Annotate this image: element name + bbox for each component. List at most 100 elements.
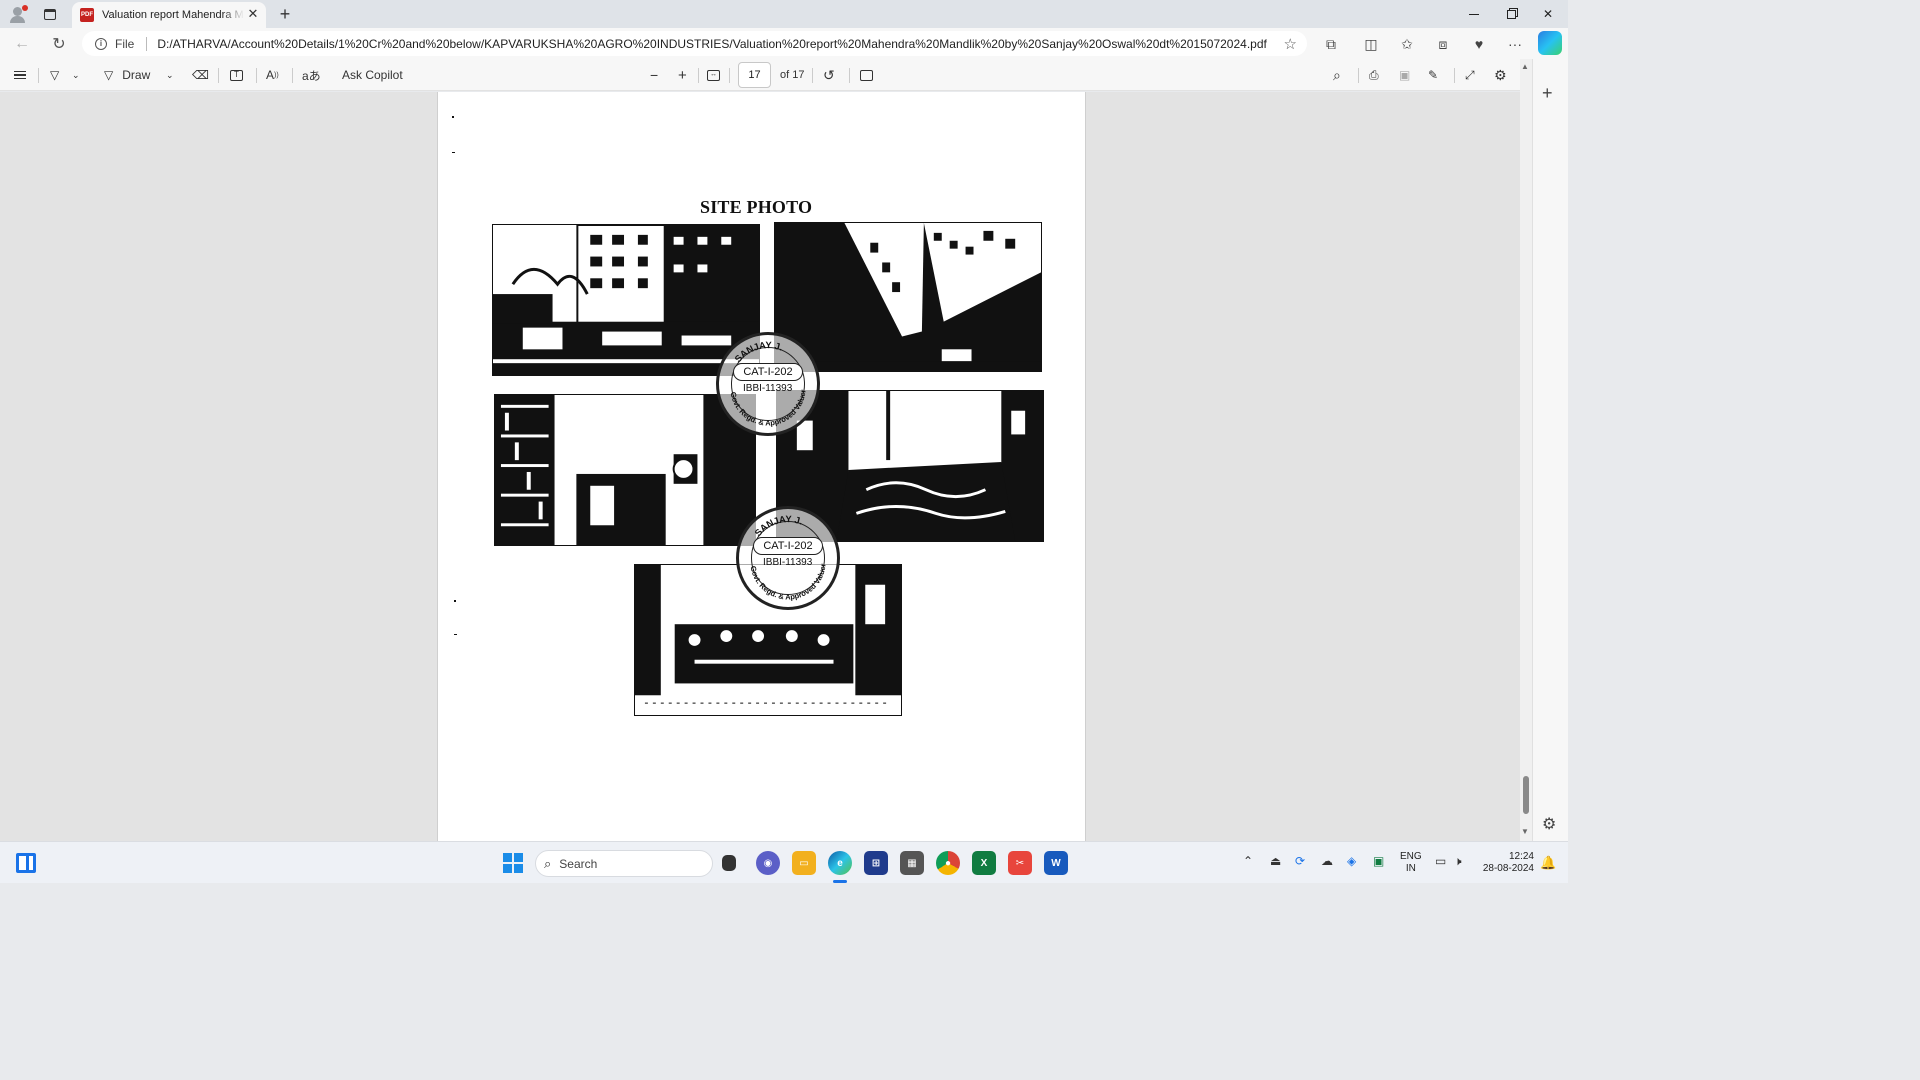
vertical-scrollbar[interactable]: ▲ ▼ [1520,59,1532,841]
sync-icon[interactable]: ⟳ [1295,854,1305,868]
url-text[interactable]: D:/ATHARVA/Account%20Details/1%20Cr%20an… [157,37,1267,51]
network-icon[interactable]: ▭ [1435,854,1446,868]
search-icon: ⌕ [544,855,552,871]
edge-sidebar: + ⚙ [1532,59,1568,841]
cloud-offline-icon[interactable]: ☁ [1321,854,1333,868]
widgets-icon[interactable] [16,853,36,873]
excel-icon[interactable]: X [972,851,996,875]
back-icon[interactable]: ← [10,32,34,56]
stamp-arc-top-text: SANJAY J. [752,513,805,538]
stamp-arc-top-text: SANJAY J. [732,339,785,364]
read-aloud-icon[interactable]: A)) [266,65,279,85]
ask-copilot-button[interactable]: Ask Copilot [342,65,403,85]
more-menu-icon[interactable]: ··· [1504,33,1526,55]
taskbar-search[interactable]: ⌕ Search [535,850,713,877]
copilot-icon[interactable] [1538,31,1562,55]
page-number-input[interactable]: 17 [738,62,771,88]
reload-icon[interactable]: ↻ [47,32,71,56]
teams-chat-icon[interactable]: ◉ [756,851,780,875]
navigation-bar: ← ↻ i File D:/ATHARVA/Account%20Details/… [0,28,1568,59]
draw-button[interactable]: ▽ Draw [104,65,150,85]
chrome-icon[interactable]: ● [936,851,960,875]
valuer-stamp: SANJAY J. Govt. Regd. & Approved Valuer … [716,332,820,436]
tally-app-icon[interactable]: ▣ [1373,854,1384,868]
highlight-dropdown-icon[interactable]: ⌄ [72,65,80,85]
task-view-icon[interactable] [722,855,736,871]
info-icon[interactable]: i [95,37,107,50]
notifications-bell-icon[interactable]: 🔔 [1540,855,1556,871]
restore-button[interactable] [1493,0,1529,28]
edge-browser-icon[interactable]: e [828,851,852,875]
site-photo-interior-shelves [494,394,756,546]
add-sidebar-app-icon[interactable]: + [1542,83,1553,104]
settings-gear-icon[interactable]: ⚙ [1494,65,1507,85]
volume-icon[interactable]: 🕨 [1454,854,1462,869]
contents-list-icon[interactable] [14,65,26,85]
draw-label: Draw [122,68,151,82]
show-hidden-icons-icon[interactable]: ⌃ [1243,854,1253,868]
pdf-viewer[interactable]: SITE PHOTO SANJAY J. Govt. Regd. & Appro… [0,92,1520,841]
extensions-icon[interactable]: ⧉ [1320,33,1342,55]
zoom-out-icon[interactable]: − [650,65,658,85]
address-bar[interactable]: i File D:/ATHARVA/Account%20Details/1%20… [82,31,1307,56]
collections-icon[interactable]: ⧈ [1432,33,1454,55]
translate-icon[interactable]: aあ [302,65,321,85]
scrollbar-thumb[interactable] [1523,776,1529,814]
stamp-ibbi: IBBI-11393 [743,383,793,394]
browser-essentials-icon[interactable]: ♥ [1468,33,1490,55]
tab-title: Valuation report Mahendra Mandlik by San… [102,9,244,21]
tab-actions-icon[interactable] [39,4,61,24]
minimize-button[interactable] [1456,0,1492,28]
input-language-indicator[interactable]: ENG IN [1400,851,1422,875]
stamp-ibbi: IBBI-11393 [763,557,813,568]
taskbar-search-label: Search [559,856,598,871]
title-bar: PDF Valuation report Mahendra Mandlik by… [0,0,1568,28]
tab-active[interactable]: PDF Valuation report Mahendra Mandlik by… [72,2,266,28]
scroll-up-icon[interactable]: ▲ [1521,62,1529,71]
calculator-icon[interactable]: ▦ [900,851,924,875]
clock-date: 28-08-2024 [1482,863,1534,874]
draw-dropdown-icon[interactable]: ⌄ [166,65,174,85]
highlight-icon[interactable]: ▽ [50,65,59,85]
page-view-icon[interactable] [860,65,873,85]
save-as-icon[interactable]: ✎ [1428,65,1438,85]
eraser-icon[interactable]: ⌫ [192,65,209,85]
search-icon[interactable]: ⌕ [1333,65,1341,85]
word-icon[interactable]: W [1044,851,1068,875]
start-button-icon[interactable] [503,853,523,873]
lang-code: ENG [1400,851,1422,862]
file-explorer-icon[interactable]: ▭ [792,851,816,875]
profile-icon[interactable] [7,4,29,24]
rotate-icon[interactable]: ↺ [823,65,835,85]
valuer-stamp: SANJAY J. Govt. Regd. & Approved Valuer … [736,506,840,610]
print-icon[interactable]: ⎙ [1369,65,1379,85]
fullscreen-icon[interactable]: ⤢ [1465,65,1475,85]
microsoft-store-icon[interactable]: ⊞ [864,851,888,875]
system-clock[interactable]: 12:24 28-08-2024 [1480,851,1534,875]
save-icon[interactable]: ▣ [1399,65,1410,85]
favorites-icon[interactable]: ✩ [1396,33,1418,55]
favorite-star-icon[interactable]: ☆ [1284,35,1297,53]
stamp-arc-bottom-text: Govt. Regd. & Approved Valuer [729,389,808,427]
close-tab-icon[interactable]: ✕ [246,7,260,21]
new-tab-icon[interactable]: + [274,3,296,25]
site-photo-heading: SITE PHOTO [700,197,813,217]
close-window-button[interactable]: ✕ [1530,0,1566,28]
page-count-label: of 17 [780,69,805,81]
usb-icon[interactable]: ⏏ [1270,854,1281,868]
pdf-file-icon: PDF [80,8,94,22]
draw-icon: ▽ [104,68,114,82]
scroll-down-icon[interactable]: ▼ [1521,827,1529,836]
defender-icon[interactable]: ◈ [1347,854,1356,868]
scheme-label: File [115,36,135,51]
fit-to-width-icon[interactable]: ↔ [707,65,720,85]
add-text-icon[interactable]: T [230,65,243,85]
clock-time: 12:24 [1508,851,1534,862]
split-screen-icon[interactable]: ◫ [1360,33,1382,55]
stamp-category: CAT-I-202 [753,537,823,555]
snipping-tool-icon[interactable]: ✂ [1008,851,1032,875]
zoom-in-icon[interactable]: + [678,65,687,85]
sidebar-settings-icon[interactable]: ⚙ [1542,814,1556,834]
pdf-toolbar: ▽ ⌄ ▽ Draw ⌄ ⌫ T A)) aあ Ask Copilot − + … [0,59,1520,91]
windows-taskbar: ⌕ Search ◉ ▭ e ⊞ ▦ ● X ✂ W ⌃ ⏏ ⟳ ☁ ◈ ▣ E… [0,841,1568,883]
